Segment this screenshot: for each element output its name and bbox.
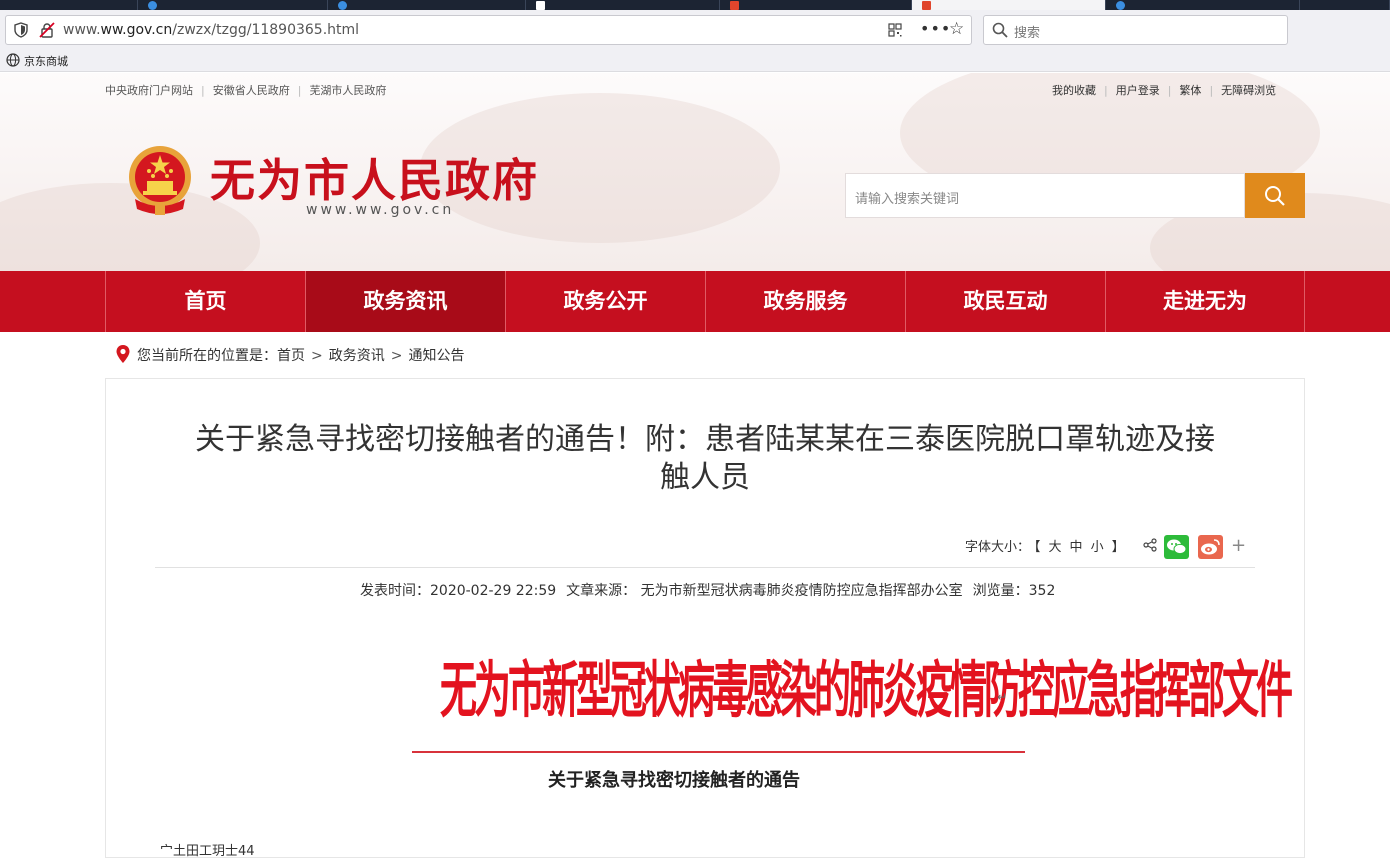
browser-tab-active[interactable]: [912, 0, 1106, 10]
link-login[interactable]: 用户登录: [1116, 84, 1160, 97]
browser-tab[interactable]: [1300, 0, 1390, 10]
wechat-share-icon[interactable]: [1164, 535, 1189, 559]
notice-title: 关于紧急寻找密切接触者的通告: [548, 770, 800, 791]
link-accessibility[interactable]: 无障碍浏览: [1221, 84, 1276, 97]
font-small-button[interactable]: 小: [1091, 540, 1104, 555]
link-favorites[interactable]: 我的收藏: [1052, 84, 1096, 97]
bookmarks-bar: 京东商城: [0, 50, 1390, 72]
nav-government-news[interactable]: 政务资讯: [305, 271, 505, 332]
bracket-open: 【: [1034, 540, 1041, 555]
tab-favicon-icon: [730, 1, 739, 10]
browser-search-placeholder: 搜索: [1014, 26, 1041, 41]
page-actions-menu-icon[interactable]: •••: [920, 19, 951, 38]
address-bar[interactable]: www.ww.gov.cn/zwzx/tzgg/11890365.html ••…: [5, 15, 972, 45]
link-traditional[interactable]: 繁体: [1179, 84, 1201, 97]
nav-government-disclosure[interactable]: 政务公开: [505, 271, 705, 332]
search-icon: [1265, 186, 1285, 206]
article-meta: 发表时间：2020-02-29 22:59 文章来源： 无为市新型冠状病毒肺炎疫情…: [360, 580, 1065, 600]
browser-tab[interactable]: [1106, 0, 1300, 10]
url-prefix: www.: [63, 22, 101, 38]
qr-code-icon[interactable]: [888, 23, 902, 37]
divider: [155, 567, 1255, 568]
browser-tab[interactable]: [0, 0, 138, 10]
location-pin-icon: [116, 345, 130, 363]
weibo-share-icon[interactable]: [1198, 535, 1223, 559]
nav-home[interactable]: 首页: [105, 271, 305, 332]
bookmark-item[interactable]: 京东商城: [24, 53, 68, 69]
nav-government-services[interactable]: 政务服务: [705, 271, 905, 332]
breadcrumb-home[interactable]: 首页: [277, 348, 305, 364]
return-mark: ↵: [997, 690, 1008, 704]
breadcrumb-news[interactable]: 政务资讯: [329, 348, 385, 364]
document-red-line: [412, 751, 1025, 753]
url-text[interactable]: www.ww.gov.cn/zwzx/tzgg/11890365.html: [63, 22, 359, 38]
share-icon[interactable]: [1143, 538, 1157, 552]
tab-favicon-icon: [536, 1, 545, 10]
site-url: www.ww.gov.cn: [306, 202, 455, 218]
browser-tab[interactable]: [328, 0, 526, 10]
font-medium-button[interactable]: 中: [1070, 540, 1083, 555]
site-search-input[interactable]: 请输入搜索关键词: [845, 173, 1245, 218]
search-icon: [992, 22, 1008, 38]
view-count: 浏览量：352: [972, 583, 1056, 599]
font-large-button[interactable]: 大: [1049, 540, 1062, 555]
article-title: 关于紧急寻找密切接触者的通告！附：患者陆某某在三泰医院脱口罩轨迹及接 触人员: [150, 421, 1260, 497]
nav-about-wuwei[interactable]: 走进无为: [1105, 271, 1305, 332]
national-emblem-icon[interactable]: [125, 143, 195, 217]
link-central-gov[interactable]: 中央政府门户网站: [105, 84, 193, 97]
globe-icon: [6, 53, 20, 67]
browser-tab[interactable]: [720, 0, 912, 10]
article-title-line: 触人员: [660, 460, 750, 495]
breadcrumb-notices[interactable]: 通知公告: [408, 348, 464, 364]
document-red-header: 无为市新型冠状病毒感染的肺炎疫情防控应急指挥部文件: [440, 653, 1293, 726]
url-domain: ww.gov.cn: [100, 22, 173, 38]
shield-icon[interactable]: [14, 22, 28, 38]
link-wuhu-gov[interactable]: 芜湖市人民政府: [309, 84, 386, 97]
article-title-line: 关于紧急寻找密切接触者的通告！附：患者陆某某在三泰医院脱口罩轨迹及接: [195, 422, 1215, 457]
nav-citizen-interaction[interactable]: 政民互动: [905, 271, 1105, 332]
site-search-button[interactable]: [1245, 173, 1305, 218]
main-nav: 首页 政务资讯 政务公开 政务服务 政民互动 走进无为: [0, 271, 1390, 332]
top-left-links: 中央政府门户网站 | 安徽省人民政府 | 芜湖市人民政府: [105, 84, 387, 97]
top-right-links: 我的收藏 | 用户登录 | 繁体 | 无障碍浏览: [1052, 84, 1277, 97]
browser-tab-strip: [0, 0, 1390, 10]
article-source: 文章来源： 无为市新型冠状病毒肺炎疫情防控应急指挥部办公室: [566, 583, 963, 599]
browser-tab[interactable]: [526, 0, 720, 10]
body-text-partial: 宀土田工玥士44: [160, 844, 255, 859]
insecure-lock-icon[interactable]: [39, 22, 55, 38]
url-path: /zwzx/tzgg/11890365.html: [172, 22, 360, 38]
browser-tab[interactable]: [138, 0, 328, 10]
more-share-icon[interactable]: +: [1231, 535, 1246, 556]
site-search-placeholder: 请输入搜索关键词: [855, 192, 960, 207]
font-size-tools: 字体大小：【大中小】: [965, 536, 1129, 555]
site-header: 中央政府门户网站 | 安徽省人民政府 | 芜湖市人民政府 我的收藏 | 用户登录 | 繁体 | 无障…: [0, 73, 1390, 271]
font-size-label: 字体大小：: [965, 540, 1031, 555]
publish-time: 发表时间：2020-02-29 22:59: [360, 583, 557, 599]
bookmark-star-icon[interactable]: ☆: [949, 19, 964, 39]
breadcrumb: 您当前所在的位置是：首页 > 政务资讯 > 通知公告: [115, 344, 464, 365]
link-anhui-gov[interactable]: 安徽省人民政府: [213, 84, 290, 97]
browser-toolbar: www.ww.gov.cn/zwzx/tzgg/11890365.html ••…: [0, 10, 1390, 50]
breadcrumb-prefix: 您当前所在的位置是：: [137, 348, 277, 364]
site-title[interactable]: 无为市人民政府: [210, 144, 539, 209]
tab-favicon-icon: [922, 1, 931, 10]
tab-favicon-icon: [1116, 1, 1125, 10]
bracket-close: 】: [1111, 540, 1125, 555]
browser-search-box[interactable]: 搜索: [983, 15, 1288, 45]
tab-favicon-icon: [148, 1, 157, 10]
tab-favicon-icon: [338, 1, 347, 10]
